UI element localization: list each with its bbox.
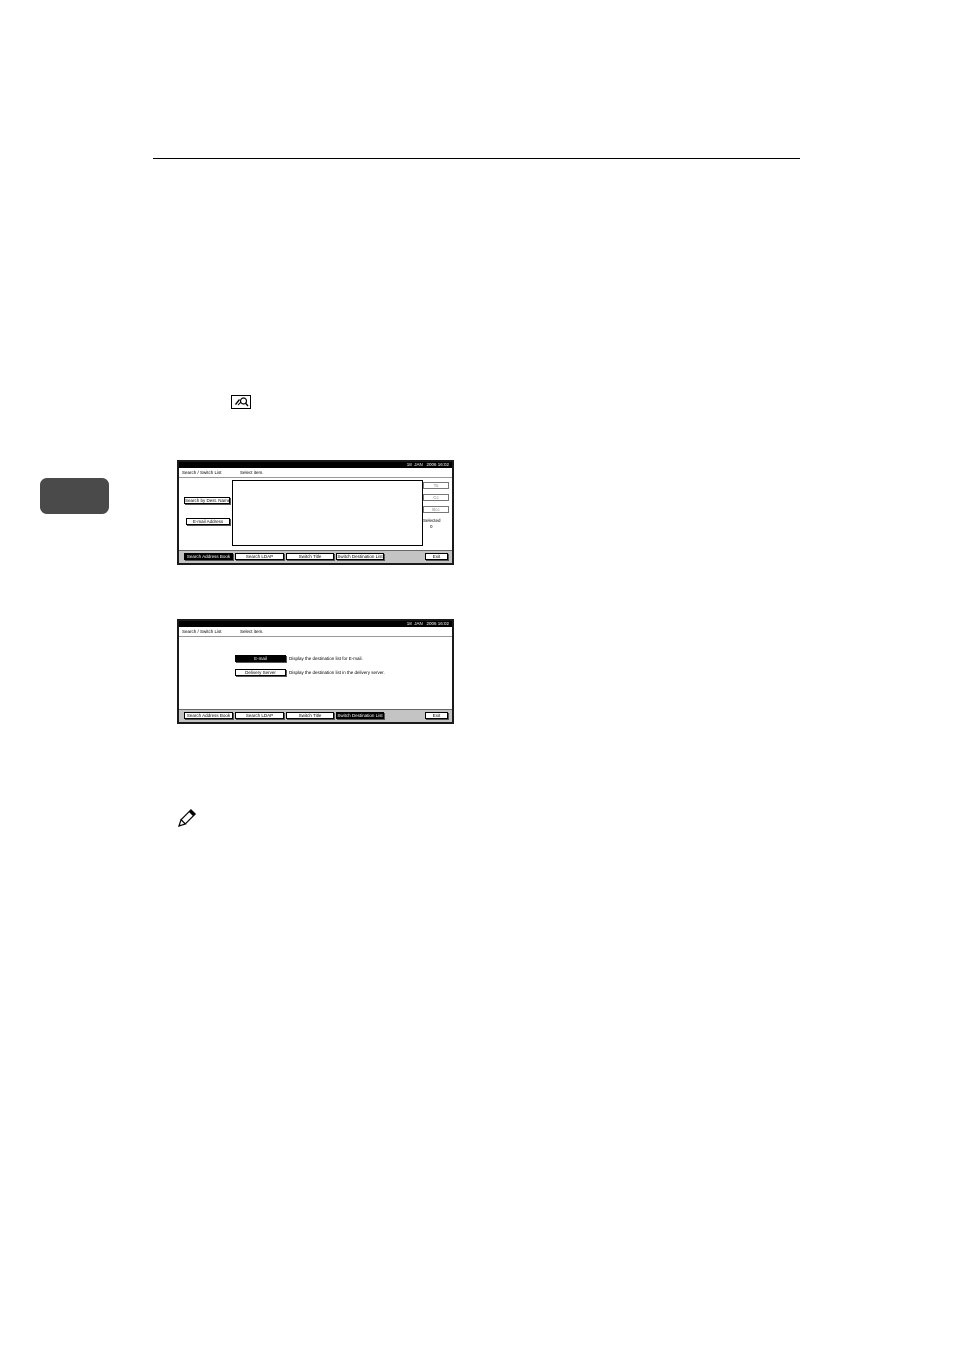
status-time: 18 JAN 2006 16:02	[406, 620, 449, 626]
title-row: Search / Switch List Select item.	[179, 629, 452, 637]
chapter-tab	[40, 478, 109, 514]
bcc-button[interactable]: Bcc	[423, 506, 449, 513]
email-option-description: Display the destination list for E-mail.	[289, 656, 363, 661]
search-by-dest-name-button[interactable]: Search by Dest. Name	[184, 497, 230, 504]
selected-count: 0	[430, 524, 433, 529]
status-bar: 18 JAN 2006 16:02	[179, 621, 452, 627]
screen-instruction: Select item.	[240, 629, 264, 634]
screen-instruction: Select item.	[240, 470, 264, 475]
bottom-tab-bar: Search Address Book Search LDAP Switch T…	[179, 550, 452, 563]
header-rule	[153, 158, 800, 159]
switch-destination-list-screen: 18 JAN 2006 16:02 Search / Switch List S…	[177, 619, 454, 724]
tab-switch-destination-list[interactable]: Switch Destination List	[336, 712, 384, 719]
tab-search-ldap[interactable]: Search LDAP	[235, 712, 284, 719]
tab-search-ldap[interactable]: Search LDAP	[235, 553, 284, 560]
result-list[interactable]	[232, 480, 423, 546]
tab-switch-title[interactable]: Switch Title	[286, 553, 334, 560]
selected-label: Selected	[423, 518, 441, 523]
tab-switch-destination-list[interactable]: Switch Destination List	[336, 553, 384, 560]
screen-title: Search / Switch List	[182, 629, 222, 634]
bottom-tab-bar: Search Address Book Search LDAP Switch T…	[179, 709, 452, 722]
tab-search-address-book[interactable]: Search Address Book	[184, 712, 233, 719]
search-key-icon	[231, 395, 251, 409]
search-switch-list-screen: 18 JAN 2006 16:02 Search / Switch List S…	[177, 460, 454, 565]
exit-button[interactable]: Exit	[425, 712, 448, 719]
email-address-button[interactable]: E-mail Address	[186, 518, 230, 525]
email-option-button[interactable]: E-mail	[235, 655, 286, 662]
cc-button[interactable]: Cc	[423, 494, 449, 501]
to-button[interactable]: To	[423, 482, 449, 489]
tab-switch-title[interactable]: Switch Title	[286, 712, 334, 719]
tab-search-address-book[interactable]: Search Address Book	[184, 553, 233, 560]
screen-title: Search / Switch List	[182, 470, 222, 475]
pencil-note-icon	[175, 808, 197, 830]
delivery-server-option-description: Display the destination list in the deli…	[289, 670, 385, 675]
status-time: 18 JAN 2006 16:02	[406, 461, 449, 467]
title-row: Search / Switch List Select item.	[179, 470, 452, 478]
status-bar: 18 JAN 2006 16:02	[179, 462, 452, 468]
delivery-server-option-button[interactable]: Delivery Server	[235, 669, 286, 676]
exit-button[interactable]: Exit	[425, 553, 448, 560]
